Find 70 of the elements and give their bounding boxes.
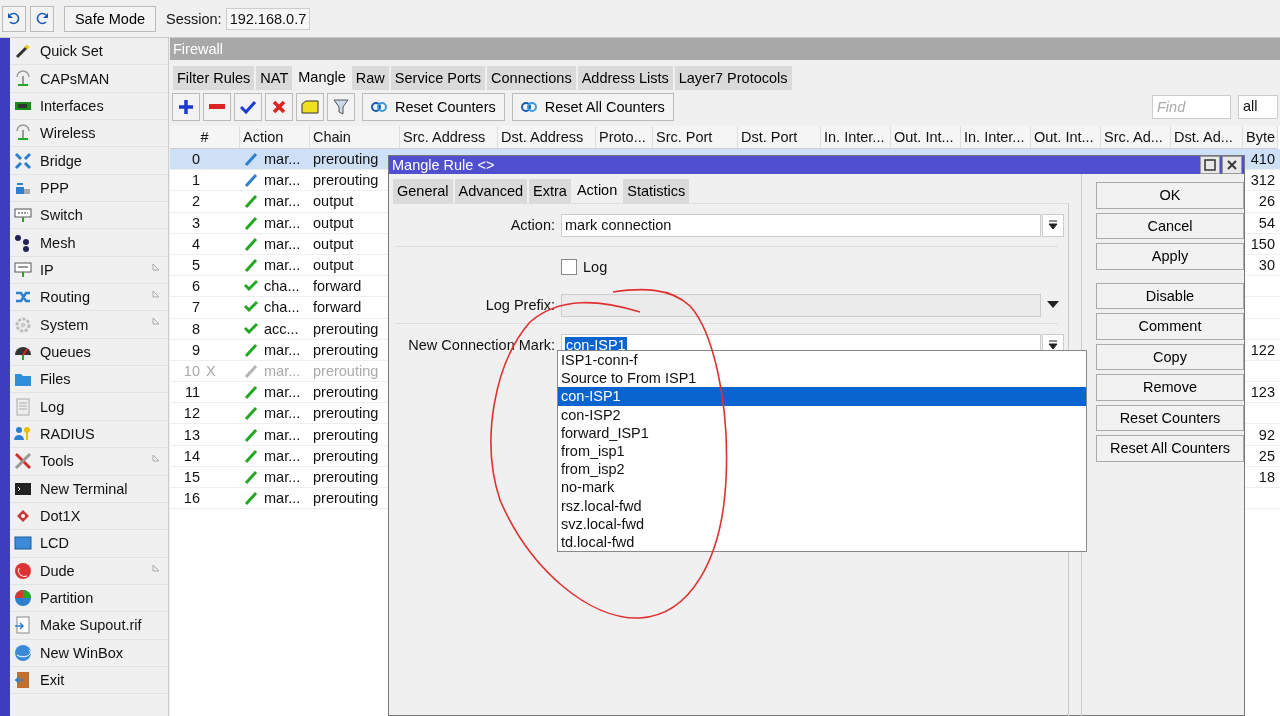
row-number: 13 [183,426,200,443]
bytes-cell: 26 [1258,193,1275,210]
row-number: 5 [191,257,200,274]
action-cell: mar... [264,172,301,189]
chain-cell: prerouting [313,468,379,485]
action-cell: mar... [264,405,301,422]
action-cell: acc... [264,320,299,337]
field-label: Action: [509,217,556,233]
row-number: 11 [184,384,200,401]
row-number: 7 [191,299,200,316]
chain-cell: prerouting [313,384,379,401]
chain-cell: prerouting [313,447,379,464]
bytes-cell: 150 [1250,235,1275,252]
window-title: Firewall [170,38,1280,60]
field-label: New Connection Mark: [407,337,556,353]
bytes-cell: 18 [1258,468,1275,485]
chain-cell: prerouting [313,151,379,168]
bytes-cell: 92 [1258,426,1275,443]
row-number: 16 [183,490,200,507]
action-cell: mar... [264,426,301,443]
row-number: 8 [191,320,200,337]
chain-cell: prerouting [313,341,379,358]
action-cell: mar... [264,341,301,358]
chain-cell: forward [313,299,362,316]
field-label: Log Prefix: [484,297,556,313]
bytes-cell: 25 [1258,447,1275,464]
row-number: 0 [191,151,200,168]
row-number: 3 [191,214,200,231]
row-number: 2 [191,193,200,210]
action-cell: mar... [264,151,301,168]
action-cell: mar... [264,490,301,507]
bytes-cell: 123 [1250,384,1275,401]
bytes-cell: 122 [1250,341,1275,358]
dialog-title: Mangle Rule <> [392,157,495,173]
chain-cell: prerouting [313,172,379,189]
action-cell: mar... [264,468,301,485]
action-cell: mar... [264,193,301,210]
chain-cell: output [313,235,354,252]
action-cell: mar... [264,362,301,379]
chain-cell: prerouting [313,490,379,507]
row-number: 9 [191,341,200,358]
chain-cell: prerouting [313,405,379,422]
chain-cell: output [313,257,354,274]
row-number: 4 [191,235,200,252]
session-label: Session: [166,10,222,27]
bytes-cell: 54 [1258,214,1275,231]
action-cell: mar... [264,447,301,464]
action-cell: mar... [264,384,301,401]
row-number: 14 [183,447,200,464]
action-cell: mar... [264,235,301,252]
bytes-cell: 30 [1258,257,1275,274]
action-cell: mar... [264,257,301,274]
row-number: 6 [191,278,200,295]
action-cell: cha... [264,299,300,316]
bytes-cell: 312 [1250,172,1275,189]
checkbox-label: Log [583,259,608,275]
action-cell: cha... [264,278,300,295]
chain-cell: output [313,193,354,210]
row-number: 12 [183,405,200,422]
action-cell: mar... [264,214,301,231]
chain-cell: prerouting [313,426,379,443]
chain-cell: forward [313,278,362,295]
chain-cell: prerouting [313,320,379,337]
flag-label: X [206,362,216,379]
row-number: 1 [191,172,200,189]
row-number: 15 [183,468,200,485]
row-number: 10 [183,362,200,379]
bytes-cell: 410 [1250,151,1275,168]
chain-cell: output [313,214,354,231]
chain-cell: prerouting [313,362,379,379]
